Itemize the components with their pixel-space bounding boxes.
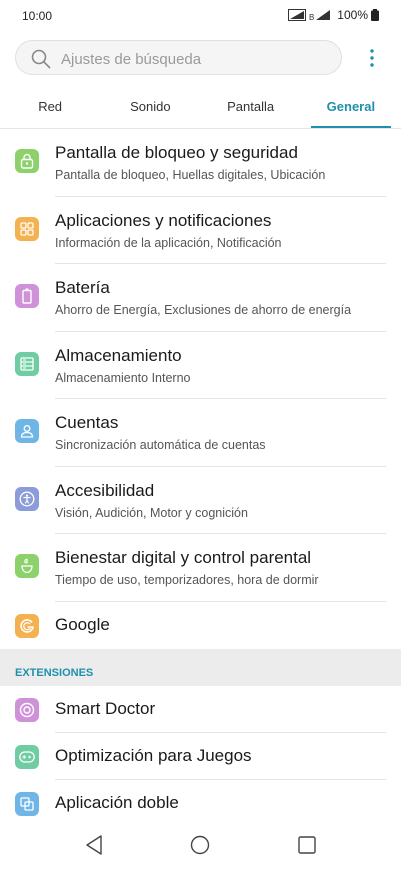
list-item-lock-screen[interactable]: Pantalla de bloqueo y seguridad Pantalla…: [0, 129, 401, 197]
tab-pantalla[interactable]: Pantalla: [201, 88, 301, 128]
more-options-button[interactable]: [357, 42, 387, 74]
item-title: Accesibilidad: [55, 480, 155, 500]
item-subtitle: Ahorro de Energía, Exclusiones de ahorro…: [55, 303, 352, 317]
item-subtitle: Información de la aplicación, Notificaci…: [55, 235, 282, 250]
gamepad-icon: [15, 744, 39, 769]
list-item-accounts[interactable]: Cuentas Sincronización automática de cue…: [0, 399, 401, 467]
recents-button[interactable]: [295, 833, 319, 857]
search-icon: [31, 49, 51, 69]
list-item-accessibility[interactable]: Accesibilidad Visión, Audición, Motor y …: [0, 467, 401, 534]
search-placeholder: Ajustes de búsqueda: [61, 51, 202, 68]
list-item-smart-doctor[interactable]: Smart Doctor: [0, 686, 401, 733]
battery-icon: [371, 9, 379, 21]
signal-sim2-icon: B: [309, 10, 331, 21]
category-tabs: Red Sonido Pantalla General: [0, 88, 401, 128]
home-button[interactable]: [188, 833, 212, 857]
smart-doctor-icon: [15, 697, 39, 722]
back-icon: [86, 835, 102, 855]
dual-app-icon: [15, 791, 39, 816]
list-item-dual-app[interactable]: Aplicación doble: [0, 780, 401, 820]
svg-text:B: B: [309, 13, 314, 21]
item-subtitle: Visión, Audición, Motor y cognición: [55, 505, 248, 520]
google-icon: [15, 613, 39, 638]
item-title: Cuentas: [55, 413, 119, 432]
item-title: Almacenamiento: [55, 345, 182, 365]
status-time: 10:00: [22, 9, 53, 23]
signal-sim1-icon: [288, 9, 307, 21]
navigation-bar: [0, 820, 401, 870]
item-title: Bienestar digital y control parental: [55, 548, 312, 567]
list-item-digital-wellbeing[interactable]: Bienestar digital y control parental Tie…: [0, 534, 401, 602]
item-title: Batería: [55, 278, 110, 297]
list-item-storage[interactable]: Almacenamiento Almacenamiento Interno: [0, 332, 401, 399]
status-indicators: B 100%: [288, 8, 379, 22]
list-item-google[interactable]: Google: [0, 602, 401, 649]
search-row: Ajustes de búsqueda: [15, 40, 387, 76]
list-item-apps-notifications[interactable]: Aplicaciones y notificaciones Informació…: [0, 197, 401, 264]
item-title: Optimización para Juegos: [55, 745, 252, 765]
section-header-extensions: EXTENSIONES: [0, 648, 401, 686]
item-subtitle: Tiempo de uso, temporizadores, hora de d…: [55, 573, 319, 587]
tab-sonido[interactable]: Sonido: [100, 88, 200, 128]
item-subtitle: Pantalla de bloqueo, Huellas digitales, …: [55, 168, 326, 182]
tab-red[interactable]: Red: [0, 88, 100, 128]
list-item-battery[interactable]: Batería Ahorro de Energía, Exclusiones d…: [0, 264, 401, 332]
more-vertical-icon: [370, 49, 374, 67]
item-title: Google: [55, 614, 110, 634]
tab-general[interactable]: General: [301, 88, 401, 128]
back-button[interactable]: [82, 833, 106, 857]
list-item-game-optimizer[interactable]: Optimización para Juegos: [0, 733, 401, 780]
recents-icon: [298, 836, 316, 854]
accessibility-icon: [15, 486, 39, 511]
search-input[interactable]: Ajustes de búsqueda: [15, 40, 342, 75]
lock-icon: [15, 149, 39, 173]
battery-percent: 100%: [337, 8, 368, 22]
item-title: Smart Doctor: [55, 698, 156, 718]
settings-list: Pantalla de bloqueo y seguridad Pantalla…: [0, 129, 401, 819]
account-icon: [15, 419, 39, 443]
digital-wellbeing-icon: [15, 554, 39, 578]
item-title: Pantalla de bloqueo y seguridad: [55, 143, 298, 162]
item-title: Aplicaciones y notificaciones: [55, 210, 272, 230]
item-subtitle: Almacenamiento Interno: [55, 370, 191, 385]
storage-icon: [15, 351, 39, 376]
item-title: Aplicación doble: [55, 792, 179, 812]
apps-grid-icon: [15, 216, 39, 241]
home-icon: [190, 835, 210, 855]
battery-icon: [15, 284, 39, 308]
status-bar: 10:00 B 100%: [0, 0, 401, 32]
item-subtitle: Sincronización automática de cuentas: [55, 438, 266, 452]
